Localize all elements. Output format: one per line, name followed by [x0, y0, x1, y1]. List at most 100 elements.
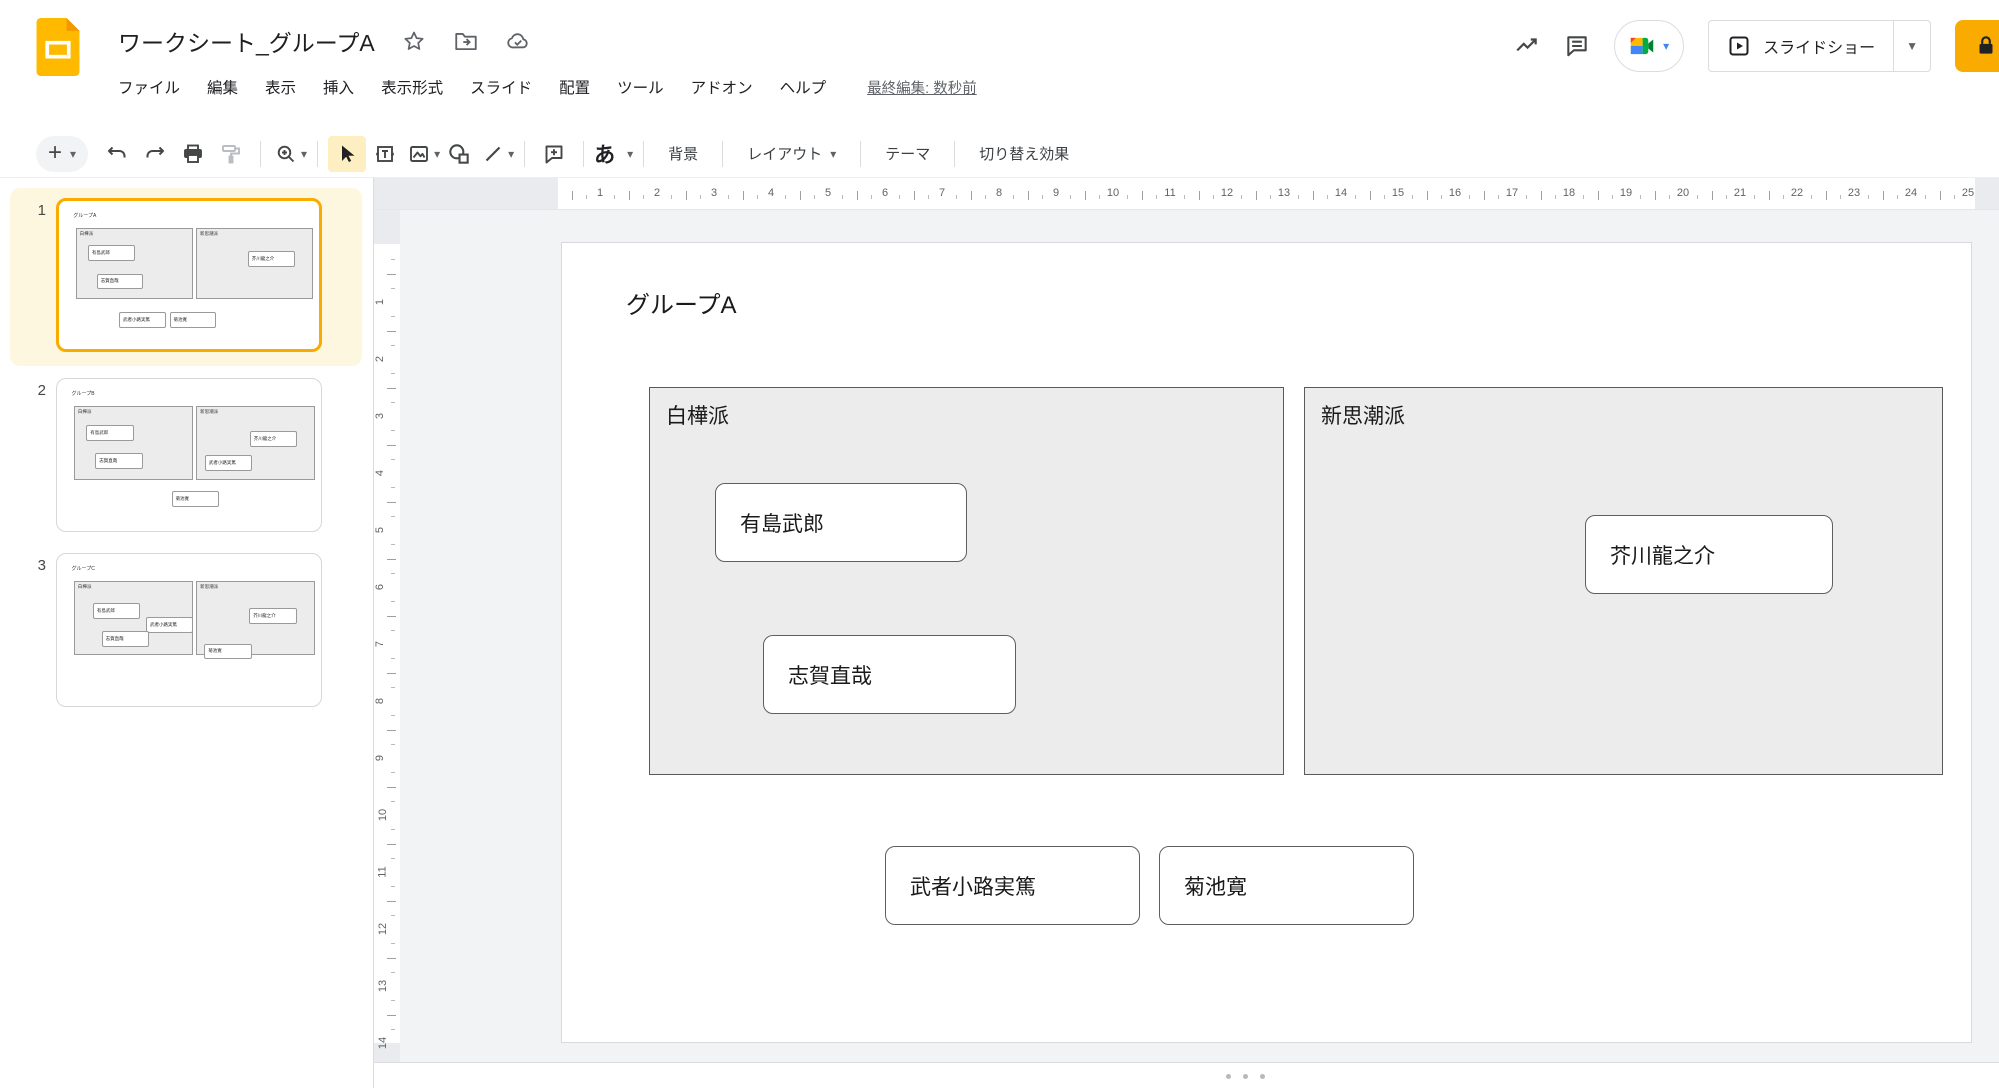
slideshow-button[interactable]: スライドショー ▼: [1708, 20, 1931, 72]
thumb3-member: 武者小路実篤: [146, 617, 194, 633]
background-button[interactable]: 背景: [654, 143, 712, 164]
meet-call-button[interactable]: ▾: [1614, 20, 1684, 72]
menu-arrange[interactable]: 配置: [559, 76, 590, 98]
toolbar-separator: [643, 141, 644, 167]
horizontal-ruler[interactable]: 1234567891011121314151617181920212223242…: [374, 178, 1999, 210]
member-box-arishima[interactable]: 有島武郎: [715, 483, 967, 562]
slideshow-label: スライドショー: [1763, 34, 1875, 58]
member-box-akutagawa[interactable]: 芥川龍之介: [1585, 515, 1833, 594]
hruler-number: 4: [768, 187, 774, 199]
input-tool-glyph: あ: [594, 139, 615, 169]
line-caret[interactable]: ▾: [508, 148, 514, 160]
insert-comment-tool[interactable]: [535, 136, 573, 172]
hruler-number: 5: [825, 187, 831, 199]
menu-addons[interactable]: アドオン: [691, 76, 753, 98]
hruler-number: 23: [1848, 187, 1860, 199]
layout-button[interactable]: レイアウト▾: [733, 143, 850, 164]
line-tool[interactable]: ▾: [478, 136, 514, 172]
slides-logo[interactable]: [36, 18, 80, 76]
redo-button[interactable]: [136, 136, 174, 172]
thumb1-member: 芥川龍之介: [248, 251, 295, 267]
thumb2-member: 菊池寛: [172, 491, 220, 507]
top-bar: ワークシート_グループA ファイル 編集 表示 挿入 表示形式 スライド 配置 …: [0, 0, 1999, 130]
input-tools-caret[interactable]: ▾: [627, 148, 633, 160]
thumb2-member: 有島武郎: [86, 425, 134, 441]
thumb3-member: 志賀直哉: [102, 631, 150, 647]
menu-edit[interactable]: 編集: [207, 76, 238, 98]
hruler-number: 20: [1677, 187, 1689, 199]
share-lock-button[interactable]: [1955, 20, 1999, 72]
document-title[interactable]: ワークシート_グループA: [118, 24, 375, 58]
menu-format[interactable]: 表示形式: [381, 76, 443, 98]
menu-file[interactable]: ファイル: [118, 76, 180, 98]
member-box-shiga[interactable]: 志賀直哉: [763, 635, 1016, 714]
toolbar: + ▾: [0, 130, 1999, 178]
vertical-ruler[interactable]: 1234567891011121314: [374, 210, 400, 1062]
star-icon[interactable]: [401, 28, 427, 54]
theme-button[interactable]: テーマ: [871, 143, 944, 164]
paint-format-button[interactable]: [212, 136, 250, 172]
transition-button[interactable]: 切り替え効果: [965, 143, 1083, 164]
notes-drag-handle[interactable]: [1226, 1074, 1265, 1079]
slide-canvas[interactable]: グループA 白樺派 新思潮派 有島武郎 志賀直哉 芥川龍之介 武者小路実篤 菊池…: [400, 210, 1999, 1062]
select-tool[interactable]: [328, 136, 366, 172]
new-slide-caret[interactable]: ▾: [70, 148, 76, 160]
new-slide-button[interactable]: + ▾: [36, 136, 88, 172]
thumb1-member: 武者小路実篤: [119, 312, 166, 328]
last-edit-link[interactable]: 最終編集: 数秒前: [867, 77, 977, 98]
plus-icon: +: [48, 141, 62, 165]
toolbar-separator: [954, 141, 955, 167]
comment-history-icon[interactable]: [1564, 33, 1590, 59]
hruler-number: 9: [1053, 187, 1059, 199]
undo-button[interactable]: [98, 136, 136, 172]
menu-help[interactable]: ヘルプ: [780, 76, 827, 98]
slide-editing-area[interactable]: グループA 白樺派 新思潮派 有島武郎 志賀直哉 芥川龍之介 武者小路実篤 菊池…: [561, 242, 1972, 1043]
group-label: 白樺派: [666, 400, 729, 430]
activity-trend-icon[interactable]: [1514, 33, 1540, 59]
slide-thumbnail-1[interactable]: グループA 白樺派 新思潮派 有島武郎 志賀直哉 芥川龍之介 武者小路実篤 菊池…: [56, 198, 322, 352]
zoom-tool[interactable]: ▾: [271, 136, 307, 172]
slide-thumbnail-3[interactable]: グループC 白樺派 新思潮派 有島武郎 武者小路実篤 志賀直哉 芥川龍之介 菊池…: [56, 553, 322, 707]
member-box-mushanokoji[interactable]: 武者小路実篤: [885, 846, 1140, 925]
hruler-number: 24: [1905, 187, 1917, 199]
vruler-number: 4: [374, 470, 386, 476]
hruler-number: 1: [597, 187, 603, 199]
slideshow-dropdown[interactable]: ▼: [1893, 21, 1930, 71]
meet-dropdown-caret[interactable]: ▾: [1663, 40, 1669, 52]
member-box-kikuchi[interactable]: 菊池寛: [1159, 846, 1414, 925]
menu-slide[interactable]: スライド: [470, 76, 532, 98]
vruler-number: 9: [374, 755, 386, 761]
hruler-number: 17: [1506, 187, 1518, 199]
hruler-number: 3: [711, 187, 717, 199]
vruler-number: 1: [374, 299, 386, 305]
hruler-number: 2: [654, 187, 660, 199]
toolbar-separator: [260, 141, 261, 167]
hruler-number: 11: [1164, 187, 1175, 199]
vruler-number: 8: [374, 698, 386, 704]
menu-insert[interactable]: 挿入: [323, 76, 354, 98]
hruler-number: 6: [882, 187, 888, 199]
textbox-tool[interactable]: [366, 136, 404, 172]
thumb3-member: 有島武郎: [93, 603, 141, 619]
toolbar-separator: [860, 141, 861, 167]
vruler-number: 7: [374, 641, 386, 647]
menu-tools[interactable]: ツール: [617, 76, 664, 98]
menu-view[interactable]: 表示: [265, 76, 296, 98]
print-button[interactable]: [174, 136, 212, 172]
slide-2-number: 2: [24, 382, 46, 399]
vruler-number: 10: [377, 809, 389, 821]
move-folder-icon[interactable]: [453, 28, 479, 54]
group-box-shirakabaha[interactable]: 白樺派: [649, 387, 1284, 775]
image-tool[interactable]: ▾: [404, 136, 440, 172]
thumb2-member: 志賀直哉: [95, 453, 143, 469]
shape-tool[interactable]: [440, 136, 478, 172]
thumb3-member: 芥川龍之介: [249, 608, 297, 624]
input-tools[interactable]: あ ▾: [594, 139, 633, 169]
thumb1-title: グループA: [73, 212, 96, 219]
slide-thumbnail-2[interactable]: グループB 白樺派 新思潮派 有島武郎 志賀直哉 芥川龍之介 武者小路実篤 菊池…: [56, 378, 322, 532]
slide-3-number: 3: [24, 557, 46, 574]
zoom-caret[interactable]: ▾: [301, 148, 307, 160]
slide-title-text[interactable]: グループA: [626, 285, 737, 320]
present-icon: [1727, 34, 1751, 58]
cloud-saved-icon[interactable]: [505, 28, 531, 54]
